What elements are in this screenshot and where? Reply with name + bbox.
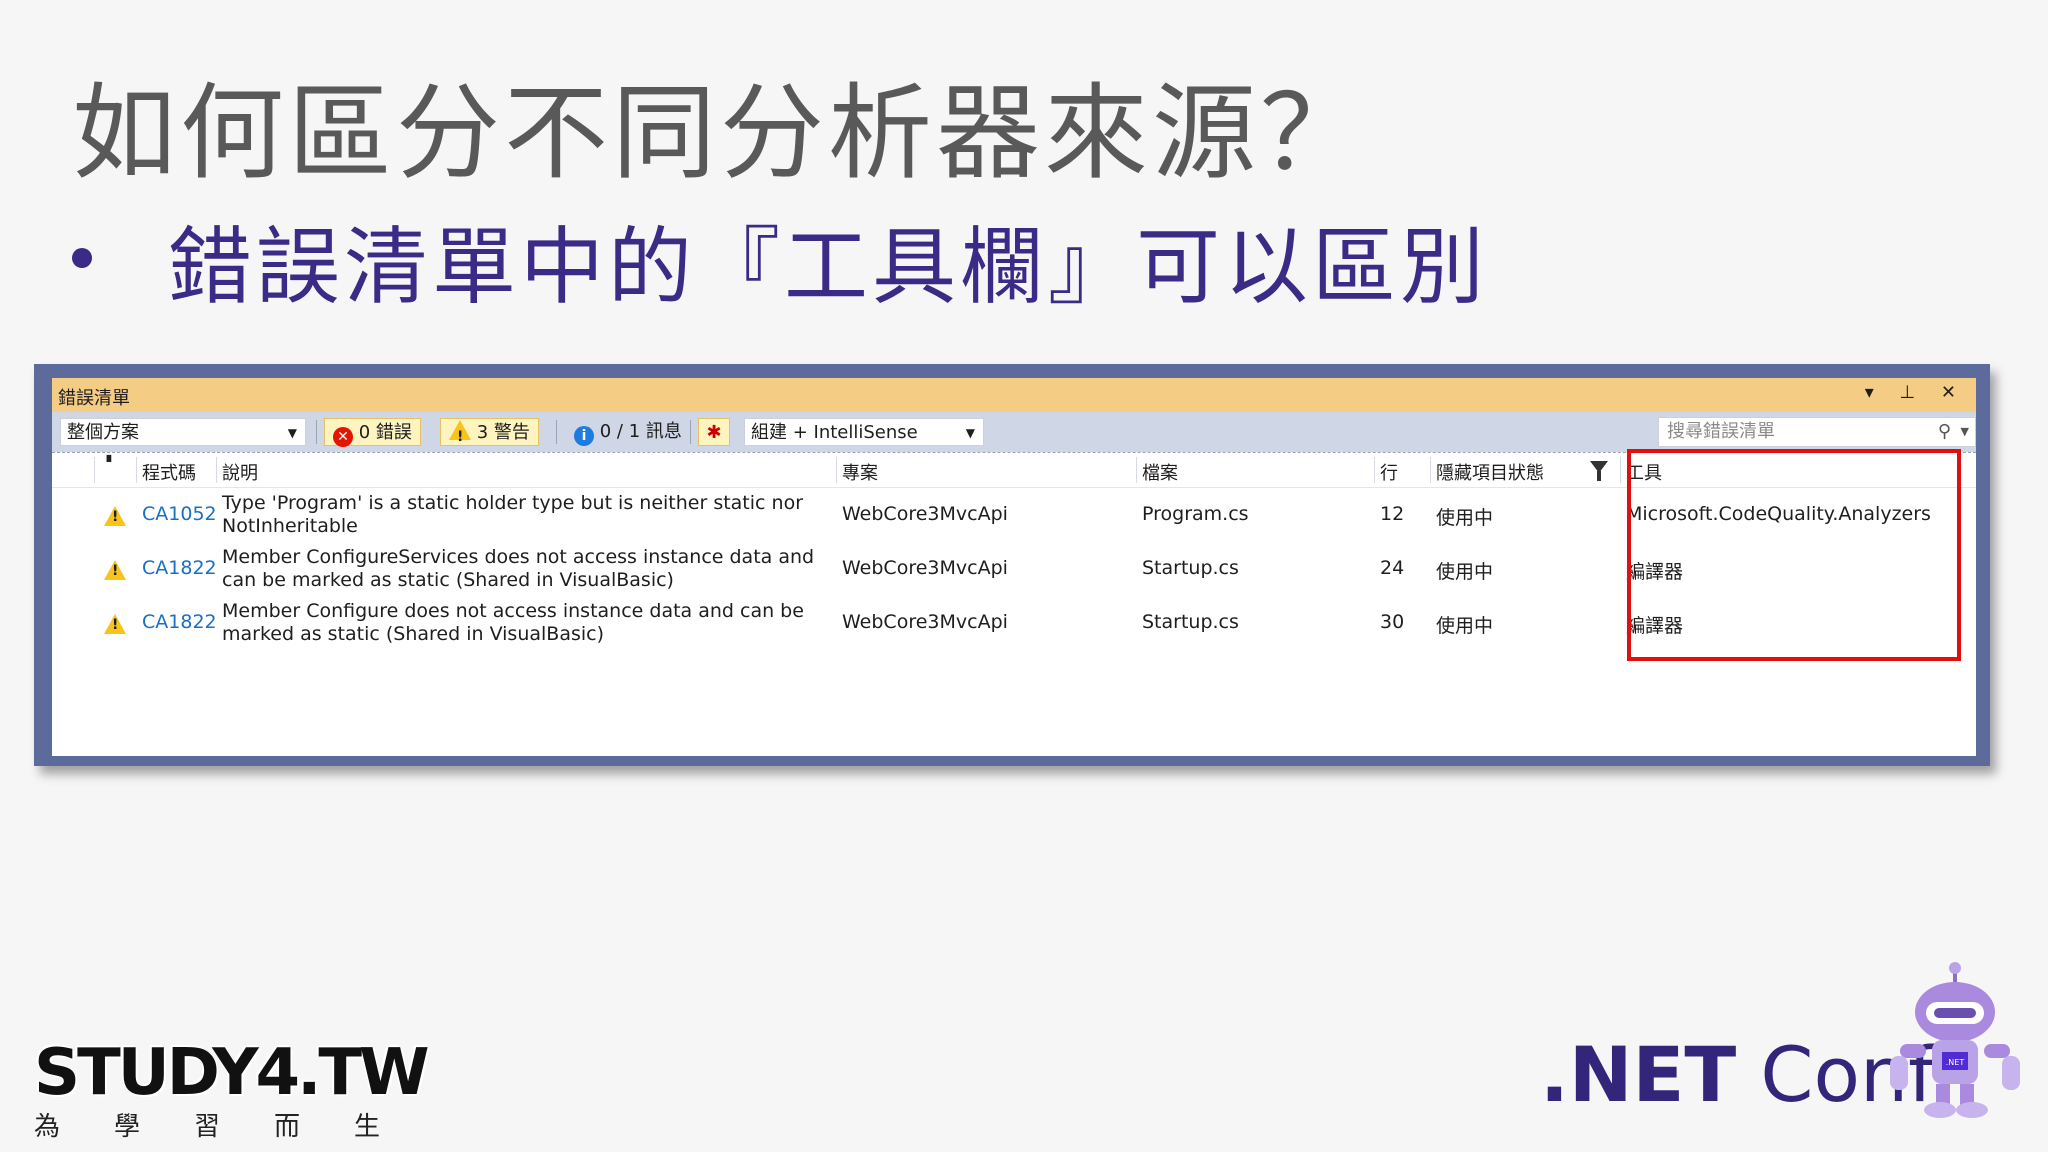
row-suppression: 使用中 (1436, 615, 1494, 637)
study4-tagline: 為 學 習 而 生 (34, 1106, 380, 1143)
sort-indicator-icon: ▝ (102, 455, 112, 469)
warnings-filter-label: 3 警告 (476, 422, 530, 443)
row-suppression: 使用中 (1436, 561, 1494, 583)
error-list-toolbar: 整個方案 ▼ ✕ 0 錯誤 3 警告 i 0 / 1 訊息 ✱ 組建 + (52, 412, 1976, 452)
build-source-combo[interactable]: 組建 + IntelliSense ▼ (744, 418, 984, 446)
row-file: Startup.cs (1142, 611, 1239, 633)
search-placeholder: 搜尋錯誤清單 (1667, 421, 1775, 442)
row-code[interactable]: CA1052 (142, 503, 217, 525)
chevron-down-icon: ▼ (287, 426, 297, 440)
study4-tagline-char: 而 (273, 1112, 300, 1142)
netconf-logo-prefix: .NET (1540, 1030, 1737, 1119)
column-divider (1430, 457, 1431, 483)
errors-filter-button[interactable]: ✕ 0 錯誤 (324, 418, 421, 447)
warning-icon (449, 420, 471, 451)
bullet-dot (72, 248, 92, 268)
row-line: 30 (1380, 611, 1405, 633)
error-icon: ✕ (333, 427, 353, 447)
column-header-code[interactable]: 程式碼 (142, 459, 196, 485)
column-divider (1620, 457, 1621, 483)
row-code[interactable]: CA1822 (142, 557, 217, 579)
column-header-suppression[interactable]: 隱藏項目狀態 (1436, 459, 1544, 485)
chevron-down-icon: ▼ (965, 426, 975, 440)
svg-text:.NET: .NET (1946, 1058, 1965, 1067)
warning-icon (104, 506, 126, 526)
slide-title: 如何區分不同分析器來源？ (72, 72, 1369, 194)
window-title: 錯誤清單 (58, 388, 130, 409)
row-file: Startup.cs (1142, 557, 1239, 579)
warning-icon (104, 614, 126, 634)
errors-filter-label: 0 錯誤 (358, 422, 412, 443)
study4-tagline-char: 習 (193, 1112, 220, 1142)
search-icon: ⚲ (1937, 421, 1951, 442)
row-line: 24 (1380, 557, 1405, 579)
warning-icon (104, 560, 126, 580)
messages-filter-button[interactable]: i 0 / 1 訊息 (566, 418, 690, 446)
row-project: WebCore3MvcApi (842, 503, 1008, 525)
column-divider (1136, 457, 1137, 483)
column-header-description[interactable]: 說明 (222, 459, 258, 485)
column-header-line[interactable]: 行 (1380, 459, 1398, 485)
toolbar-divider (316, 420, 317, 444)
study4-logo: STUDY4.TW (34, 1036, 430, 1110)
column-header-project[interactable]: 專案 (842, 459, 878, 485)
bullet-text: 錯誤清單中的『工具欄』可以區別 (168, 218, 1489, 316)
study4-tagline-char: 為 (34, 1112, 61, 1142)
row-suppression: 使用中 (1436, 507, 1494, 529)
error-list-titlebar[interactable]: 錯誤清單 ▾ ⊥ ✕ (52, 378, 1976, 412)
row-project: WebCore3MvcApi (842, 611, 1008, 633)
dotnet-bot-mascot-icon: .NET (1890, 962, 2020, 1118)
column-divider (136, 457, 137, 483)
build-source-label: 組建 + IntelliSense (751, 422, 918, 443)
filter-options-button[interactable]: ✱ (698, 418, 730, 446)
filter-funnel-icon: ✱ (706, 422, 722, 443)
messages-filter-label: 0 / 1 訊息 (599, 421, 682, 442)
row-line: 12 (1380, 503, 1405, 525)
row-file: Program.cs (1142, 503, 1249, 525)
chevron-down-icon: ▼ (1960, 425, 1969, 438)
warnings-filter-button[interactable]: 3 警告 (440, 418, 539, 451)
info-icon: i (574, 426, 594, 446)
column-divider (1374, 457, 1375, 483)
netconf-logo: .NET Conf (1540, 1030, 1935, 1119)
filter-icon[interactable] (1590, 461, 1608, 481)
scope-combo-label: 整個方案 (67, 422, 139, 443)
column-header-file[interactable]: 檔案 (1142, 459, 1178, 485)
row-description: Type 'Program' is a static holder type b… (222, 492, 804, 537)
row-project: WebCore3MvcApi (842, 557, 1008, 579)
column-divider (836, 457, 837, 483)
toolbar-divider (556, 420, 557, 444)
row-description: Member Configure does not access instanc… (222, 600, 804, 645)
row-description: Member ConfigureServices does not access… (222, 546, 815, 591)
tool-column-highlight (1627, 449, 1961, 661)
window-controls[interactable]: ▾ ⊥ ✕ (1865, 382, 1966, 403)
row-code[interactable]: CA1822 (142, 611, 217, 633)
toolbar-divider (690, 420, 691, 444)
study4-tagline-char: 學 (113, 1112, 140, 1142)
scope-combo[interactable]: 整個方案 ▼ (60, 418, 306, 446)
study4-tagline-char: 生 (353, 1112, 380, 1142)
search-input[interactable]: 搜尋錯誤清單 ⚲ ▼ (1658, 417, 1976, 447)
column-divider (216, 457, 217, 483)
column-divider (94, 457, 95, 483)
